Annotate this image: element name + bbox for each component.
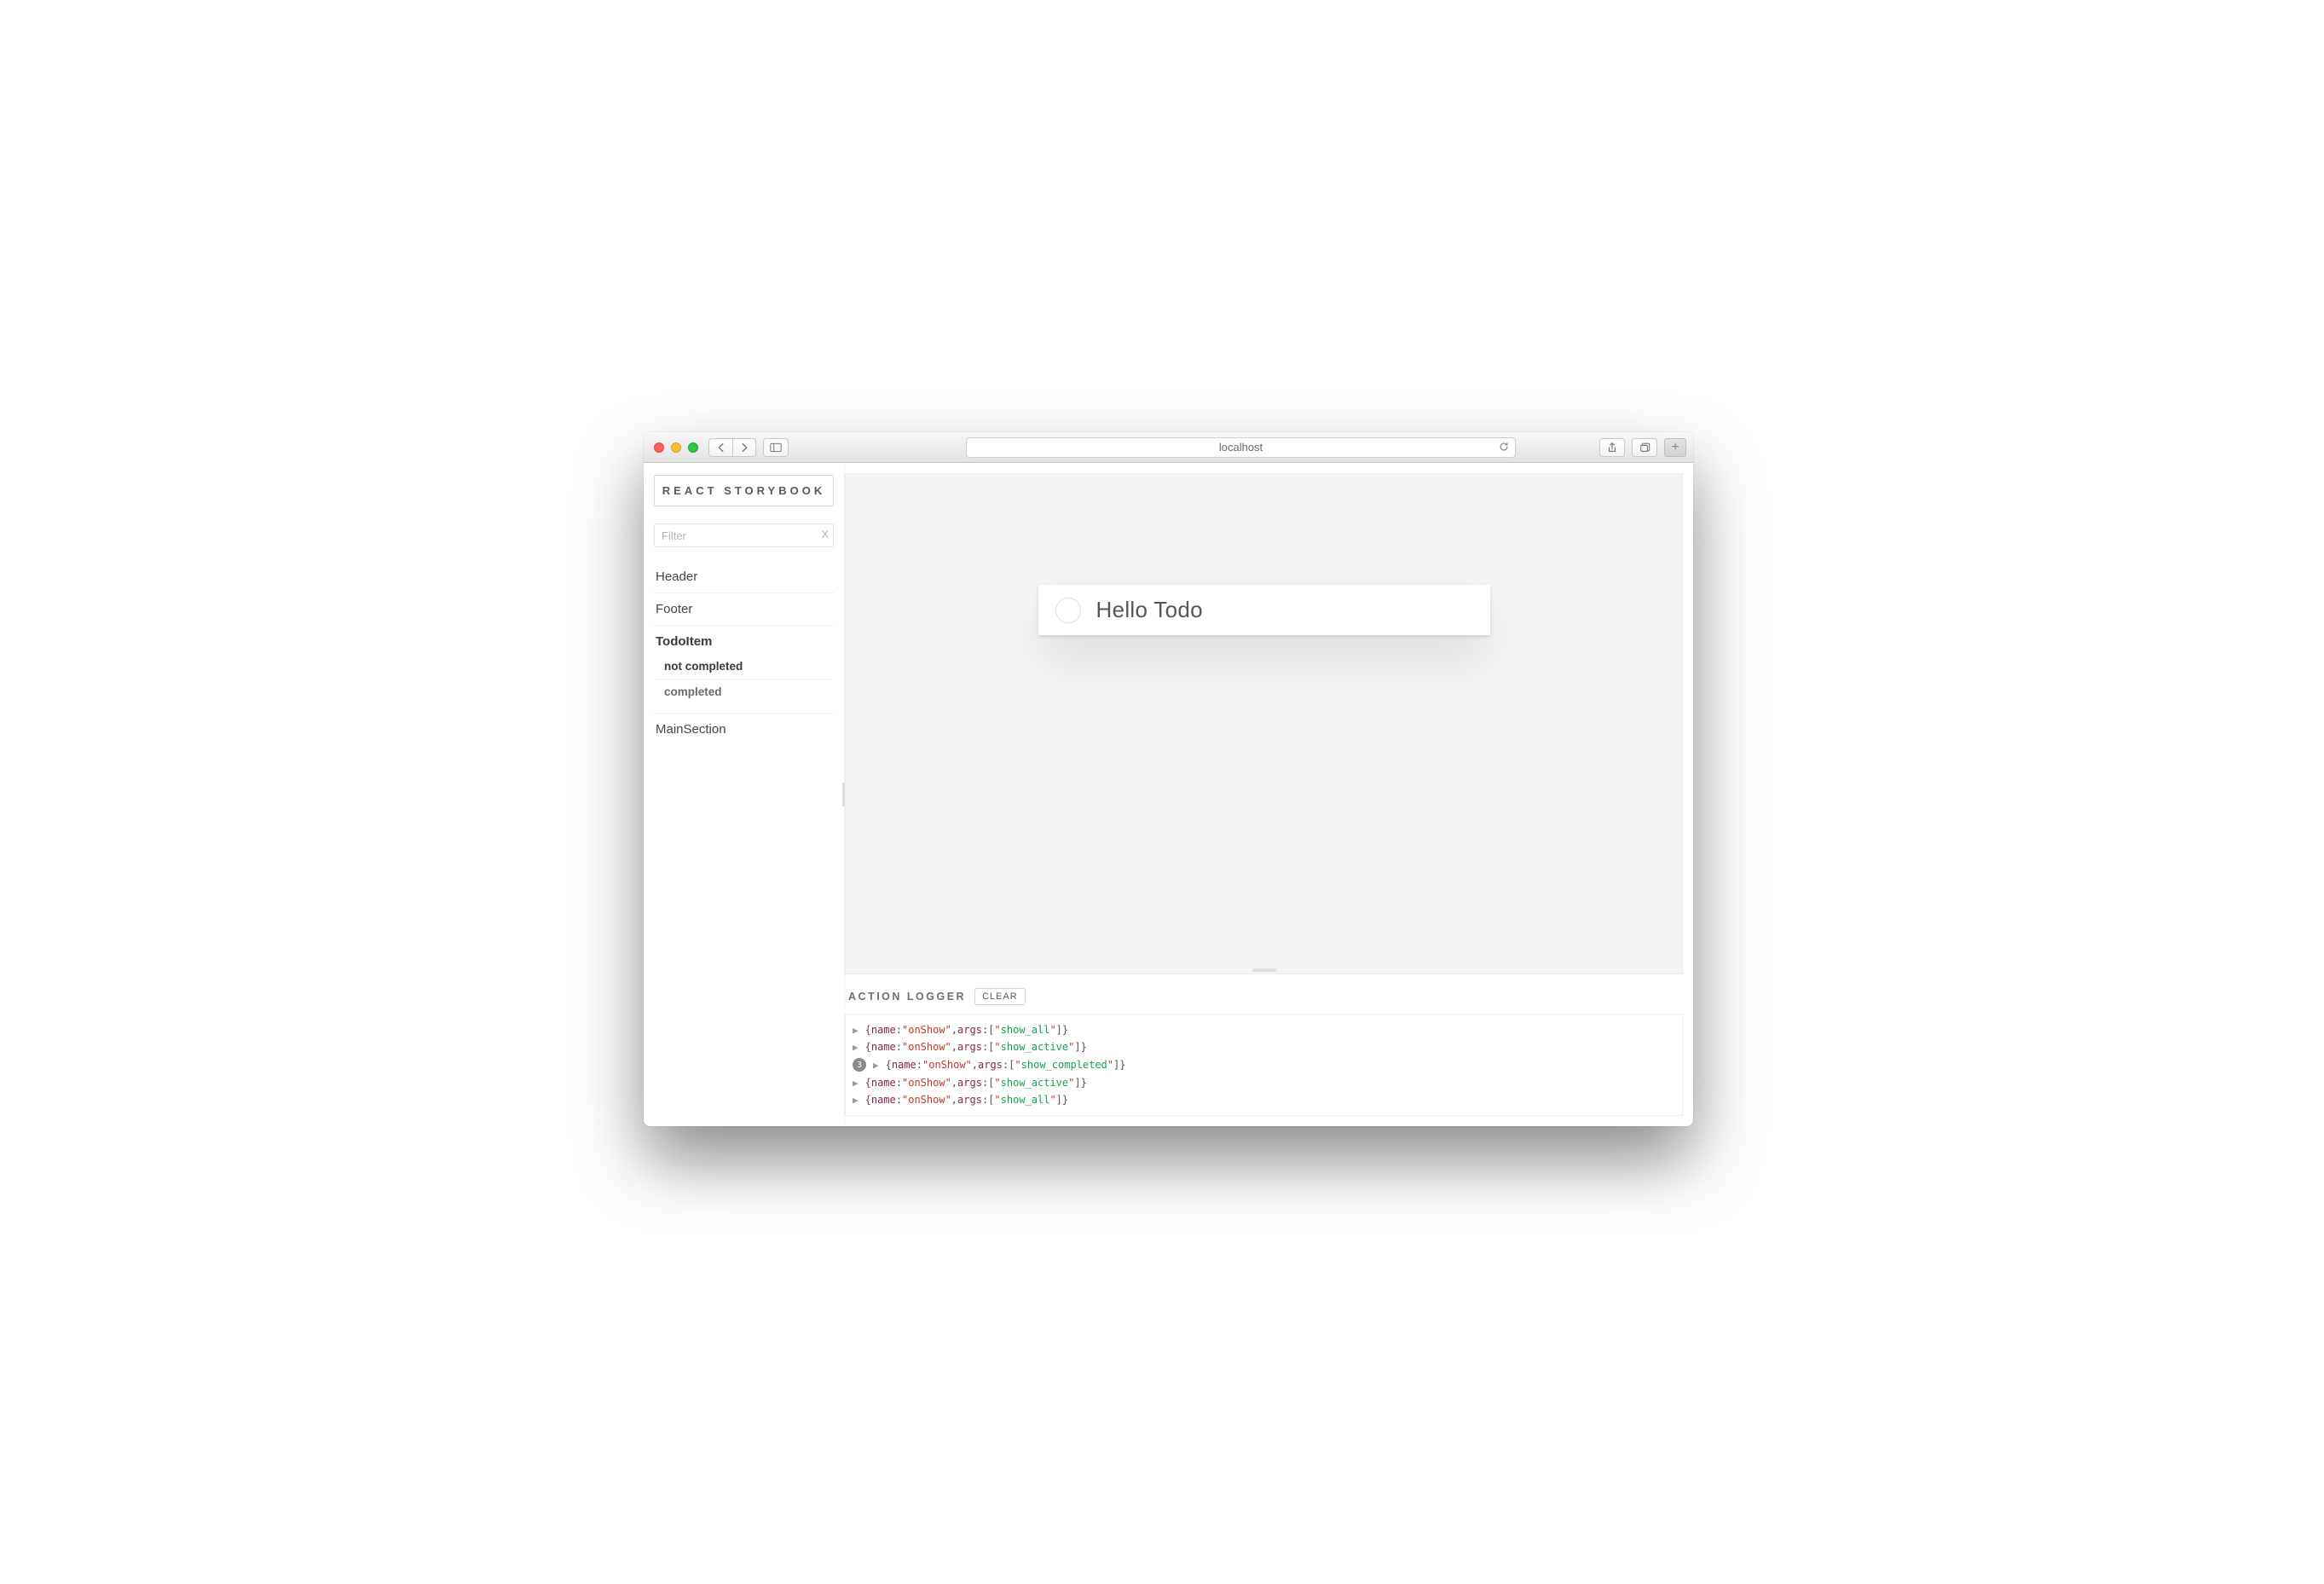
new-tab-button[interactable]: +: [1664, 438, 1686, 457]
filter-input[interactable]: [654, 523, 834, 547]
log-payload: {name:"onShow",args:["show_completed"]}: [886, 1059, 1126, 1071]
disclosure-triangle-icon[interactable]: ▶: [853, 1095, 858, 1106]
action-log-entry[interactable]: ▶ {name:"onShow",args:["show_active"]}: [853, 1038, 1675, 1055]
action-logger: ACTION LOGGER CLEAR ▶ {name:"onShow",args…: [845, 980, 1683, 1116]
disclosure-triangle-icon[interactable]: ▶: [873, 1060, 879, 1071]
todo-item-card: Hello Todo: [1038, 585, 1490, 635]
story-not-completed[interactable]: not completed: [656, 654, 832, 679]
component-footer[interactable]: Footer: [654, 593, 834, 626]
action-log-entry[interactable]: ▶ {name:"onShow",args:["show_all"]}: [853, 1091, 1675, 1108]
disclosure-triangle-icon[interactable]: ▶: [853, 1025, 858, 1036]
window-zoom-button[interactable]: [688, 442, 698, 453]
action-log-entry[interactable]: ▶ {name:"onShow",args:["show_all"]}: [853, 1021, 1675, 1038]
preview-pane: Hello Todo: [845, 473, 1683, 974]
app-content: REACT STORYBOOK X Header Footer TodoItem…: [644, 463, 1693, 1126]
reload-icon[interactable]: [1498, 441, 1510, 453]
nav-back-forward: [708, 438, 756, 457]
component-todoitem[interactable]: TodoItem not completed completed: [654, 626, 834, 714]
todo-text: Hello Todo: [1096, 597, 1203, 623]
sidebar-toggle-button[interactable]: [763, 438, 789, 457]
browser-titlebar: localhost +: [644, 432, 1693, 463]
back-button[interactable]: [708, 438, 732, 457]
resize-handle-horizontal[interactable]: [1252, 968, 1276, 972]
log-payload: {name:"onShow",args:["show_all"]}: [865, 1024, 1069, 1036]
disclosure-triangle-icon[interactable]: ▶: [853, 1042, 858, 1053]
component-mainsection[interactable]: MainSection: [654, 714, 834, 745]
safari-window: localhost + REACT STORYBOOK: [644, 432, 1693, 1126]
action-logger-title: ACTION LOGGER: [848, 991, 966, 1003]
action-log-entry[interactable]: 3 ▶ {name:"onShow",args:["show_completed"]…: [853, 1055, 1675, 1074]
share-button[interactable]: [1599, 438, 1625, 457]
window-close-button[interactable]: [654, 442, 664, 453]
todo-checkbox[interactable]: [1055, 598, 1081, 623]
window-minimize-button[interactable]: [671, 442, 681, 453]
brand-title: REACT STORYBOOK: [654, 475, 834, 506]
log-count-badge: 3: [853, 1058, 866, 1072]
log-payload: {name:"onShow",args:["show_all"]}: [865, 1094, 1069, 1106]
main-panel: Hello Todo ACTION LOGGER CLEAR ▶ {name:"o…: [845, 463, 1693, 1126]
tabs-button[interactable]: [1632, 438, 1657, 457]
action-log-entry[interactable]: ▶ {name:"onShow",args:["show_active"]}: [853, 1074, 1675, 1091]
disclosure-triangle-icon[interactable]: ▶: [853, 1078, 858, 1089]
component-label: TodoItem: [656, 634, 712, 649]
story-completed[interactable]: completed: [656, 679, 832, 704]
component-list: Header Footer TodoItem not completed com…: [654, 561, 834, 745]
story-list: not completed completed: [656, 654, 832, 704]
forward-button[interactable]: [732, 438, 756, 457]
window-traffic-lights: [650, 442, 702, 453]
log-payload: {name:"onShow",args:["show_active"]}: [865, 1041, 1087, 1053]
filter-clear-button[interactable]: X: [821, 528, 829, 541]
action-log-list: ▶ {name:"onShow",args:["show_all"]} ▶ {name…: [845, 1014, 1683, 1116]
address-bar[interactable]: localhost: [966, 437, 1516, 458]
component-header[interactable]: Header: [654, 561, 834, 593]
clear-button[interactable]: CLEAR: [974, 988, 1026, 1005]
log-payload: {name:"onShow",args:["show_active"]}: [865, 1077, 1087, 1089]
storybook-sidebar: REACT STORYBOOK X Header Footer TodoItem…: [644, 463, 845, 1126]
address-bar-text: localhost: [1219, 441, 1263, 454]
